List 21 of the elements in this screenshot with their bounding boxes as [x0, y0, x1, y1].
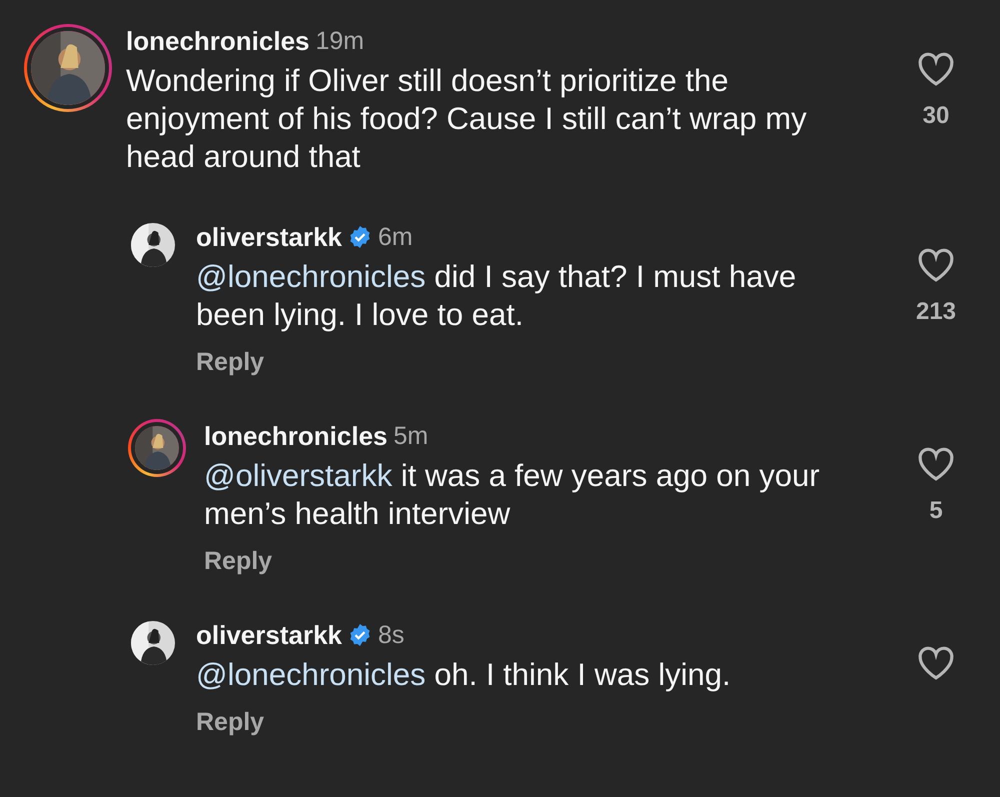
mention-link[interactable]: @lonechronicles	[196, 259, 426, 294]
username[interactable]: oliverstarkk	[196, 222, 342, 252]
timestamp: 6m	[378, 222, 413, 252]
username[interactable]: lonechronicles	[204, 420, 388, 452]
comment-text: @lonechronicles did I say that? I must have been lying. I love to eat.	[196, 258, 798, 334]
like-count: 213	[916, 298, 956, 326]
timestamp: 19m	[316, 26, 364, 56]
mention-link[interactable]: @lonechronicles	[196, 657, 426, 692]
comment-text: Wondering if Oliver still doesn’t prioritize the enjoyment of his food? Cause I still can’t wrap my head around that	[126, 62, 808, 176]
username[interactable]: oliverstarkk	[196, 620, 342, 650]
like-count: 5	[929, 497, 943, 525]
reply-button[interactable]: Reply	[196, 348, 264, 377]
mention-link[interactable]: @oliverstarkk	[204, 458, 392, 493]
comment-text: @oliverstarkk it was a few years ago on your men’s health interview	[204, 457, 821, 533]
timestamp: 8s	[378, 620, 404, 650]
comment-text: @lonechronicles oh. I think I was lying.	[196, 656, 732, 694]
reply-button[interactable]: Reply	[204, 547, 272, 576]
timestamp: 5m	[394, 422, 428, 450]
username[interactable]: lonechronicles	[126, 26, 310, 56]
reply-button[interactable]: Reply	[196, 708, 264, 737]
like-count: 30	[922, 102, 950, 130]
